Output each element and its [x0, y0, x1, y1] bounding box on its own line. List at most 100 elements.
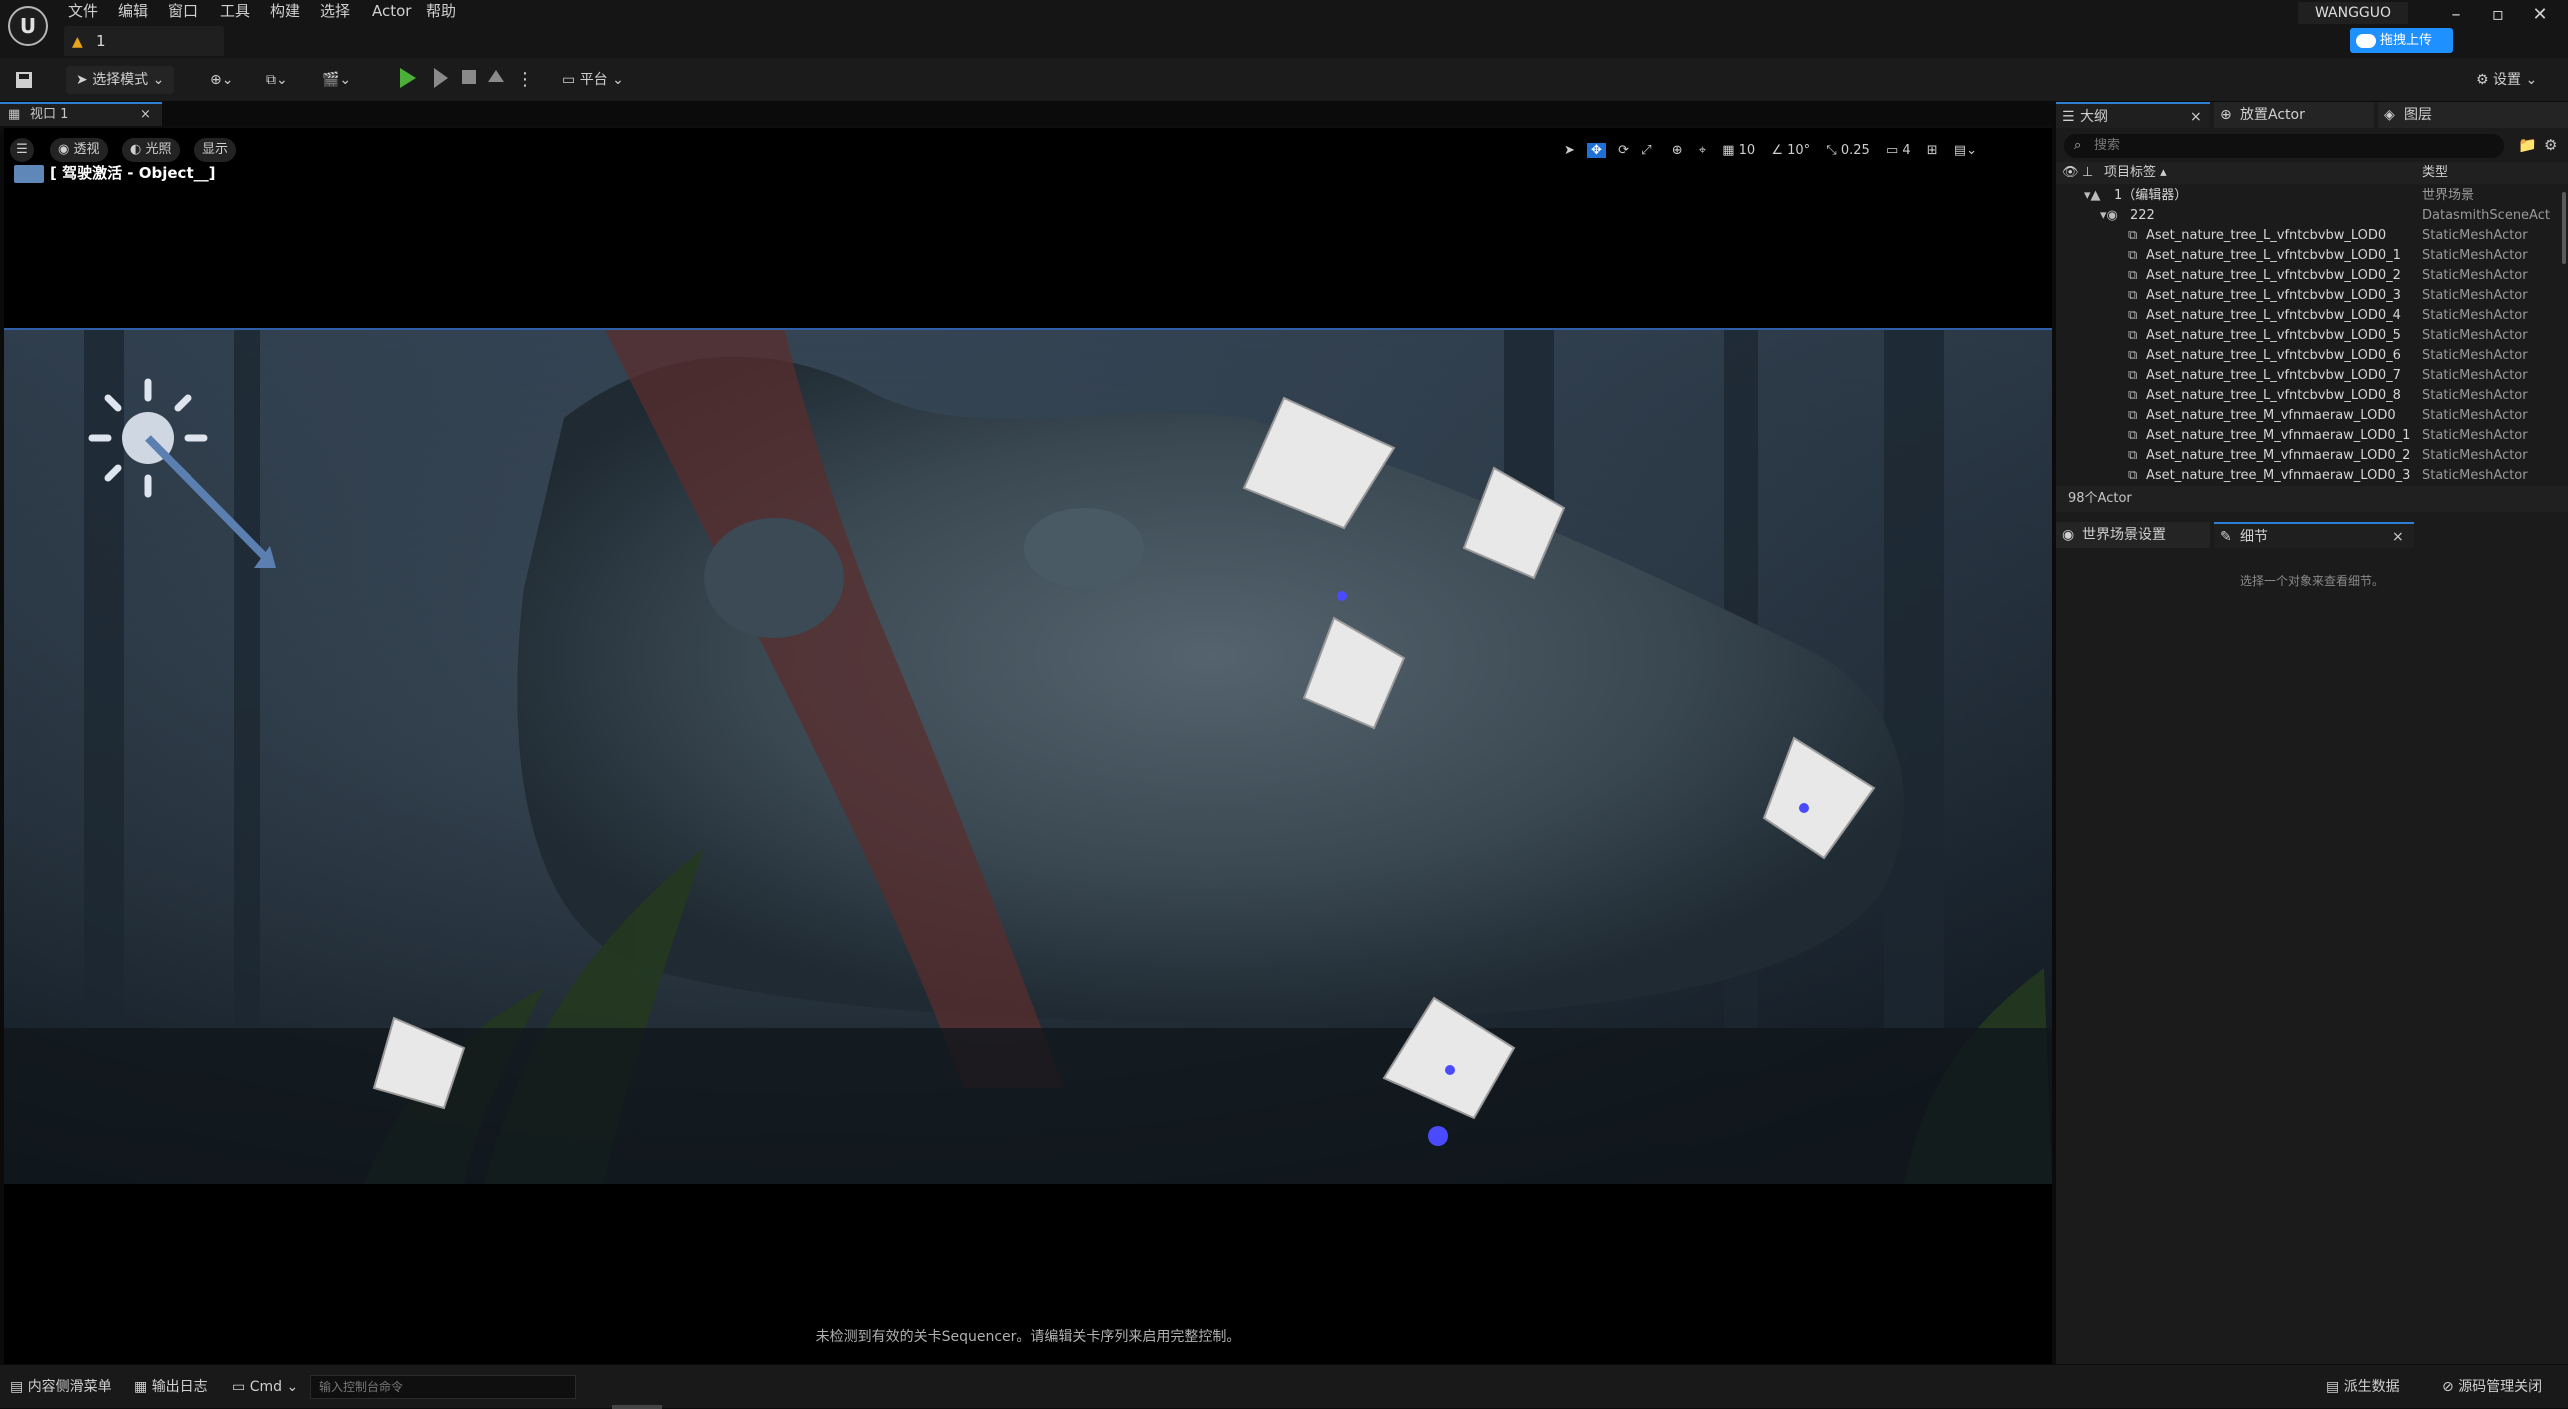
menu-window[interactable]: 窗口	[168, 0, 198, 22]
surface-snap-icon[interactable]: ⌖	[1699, 143, 1706, 158]
visibility-icon[interactable]: 👁	[2062, 162, 2079, 184]
camera-speed-icon[interactable]: ▭	[1886, 143, 1902, 158]
column-type-header[interactable]: 类型	[2422, 162, 2448, 184]
status-scroll-thumb[interactable]	[612, 1405, 662, 1409]
rotation-snap-value[interactable]: 10°	[1787, 143, 1810, 158]
outliner-row-type: StaticMeshActor	[2422, 388, 2528, 403]
search-placeholder: 搜索	[2094, 138, 2121, 153]
outliner-row[interactable]: ⧉ Aset_nature_tree_L_vfntcbvbw_LOD0 Static…	[2056, 226, 2556, 246]
outliner-row[interactable]: ⧉ Aset_nature_tree_L_vfntcbvbw_LOD0_5 Stat…	[2056, 326, 2556, 346]
close-icon[interactable]: ×	[2392, 524, 2404, 550]
menu-edit[interactable]: 编辑	[118, 0, 148, 22]
lighting-button[interactable]: ◐ 光照	[122, 138, 180, 162]
rotate-tool-icon[interactable]: ⟳	[1618, 143, 1629, 158]
add-actor-button[interactable]: ⊕⌄	[210, 66, 233, 94]
scene-render[interactable]	[4, 328, 2052, 1184]
rotation-snap-icon[interactable]: ∠	[1771, 143, 1787, 158]
derived-data-button[interactable]: ▤ 派生数据	[2326, 1375, 2400, 1399]
outliner-row[interactable]: ⧉ Aset_nature_tree_L_vfntcbvbw_LOD0_6 Stat…	[2056, 346, 2556, 366]
unreal-logo[interactable]: U	[8, 6, 48, 46]
outliner-row-name: 222	[2130, 208, 2155, 223]
show-button[interactable]: 显示	[194, 138, 237, 162]
outliner-row[interactable]: ⧉ Aset_nature_tree_M_vfnmaeraw_LOD0 Static…	[2056, 406, 2556, 426]
gear-icon[interactable]: ⚙	[2544, 136, 2557, 154]
outliner-row[interactable]: ⧉ Aset_nature_tree_L_vfntcbvbw_LOD0_3 Stat…	[2056, 286, 2556, 306]
derived-data-label: 派生数据	[2343, 1379, 2400, 1395]
eject-icon[interactable]	[488, 70, 504, 82]
outliner-row[interactable]: ⧉ Aset_nature_tree_L_vfntcbvbw_LOD0_7 Stat…	[2056, 366, 2556, 386]
stop-icon[interactable]	[462, 70, 476, 84]
outliner-column-header: 👁 ⊥ 项目标签 ▴ 类型	[2056, 162, 2568, 184]
outliner-row-name: Aset_nature_tree_L_vfntcbvbw_LOD0_8	[2146, 388, 2401, 403]
menu-actor[interactable]: Actor	[372, 0, 411, 22]
outliner-row[interactable]: ▾▲ 1（编辑器） 世界场景	[2056, 186, 2556, 206]
outliner-scroll-thumb[interactable]	[2562, 192, 2566, 264]
minimize-button[interactable]: –	[2436, 0, 2476, 30]
add-folder-icon[interactable]: 📁	[2518, 136, 2537, 154]
blueprint-button[interactable]: ⧉⌄	[266, 66, 288, 94]
close-icon[interactable]: ×	[2190, 104, 2202, 130]
maximize-viewport-icon[interactable]: ▤⌄	[1954, 143, 1977, 158]
menu-tools[interactable]: 工具	[220, 0, 250, 22]
column-label-header[interactable]: 项目标签 ▴	[2104, 162, 2167, 184]
static-mesh-icon: ⧉	[2128, 388, 2138, 403]
outliner-row[interactable]: ⧉ Aset_nature_tree_L_vfntcbvbw_LOD0_2 Stat…	[2056, 266, 2556, 286]
tab-place-actor[interactable]: ⊕ 放置Actor	[2214, 102, 2374, 128]
outliner-row[interactable]: ⧉ Aset_nature_tree_M_vfnmaeraw_LOD0_2 Stat…	[2056, 446, 2556, 466]
maximize-button[interactable]: ▫	[2478, 0, 2518, 30]
camera-speed-value[interactable]: 4	[1902, 143, 1910, 158]
output-log-button[interactable]: ▦ 输出日志	[134, 1375, 208, 1399]
outliner-row[interactable]: ⧉ Aset_nature_tree_L_vfntcbvbw_LOD0_1 Stat…	[2056, 246, 2556, 266]
viewport-layout-icon[interactable]: ⊞	[1927, 143, 1938, 158]
move-tool-icon[interactable]: ✥	[1587, 143, 1606, 158]
project-tab[interactable]: ▲ 1	[64, 26, 224, 56]
step-icon[interactable]	[434, 68, 448, 88]
menu-file[interactable]: 文件	[68, 0, 98, 22]
perspective-button[interactable]: ◉ 透视	[50, 138, 108, 162]
tab-layers[interactable]: ◈ 图层	[2378, 102, 2568, 128]
tab-viewport-1[interactable]: ▦ 视口 1 ×	[0, 102, 162, 126]
outliner-row-type: StaticMeshActor	[2422, 448, 2528, 463]
close-icon[interactable]: ×	[140, 104, 151, 126]
scale-snap-icon[interactable]: ⤡	[1826, 143, 1841, 158]
scale-tool-icon[interactable]: ⤢	[1641, 143, 1651, 158]
menu-build[interactable]: 构建	[270, 0, 300, 22]
grid-snap-value[interactable]: 10	[1739, 143, 1756, 158]
upload-button[interactable]: 拖拽上传	[2350, 28, 2453, 53]
cmd-dropdown[interactable]: ▭ Cmd ⌄	[232, 1375, 298, 1399]
content-drawer-button[interactable]: ▤ 内容侧滑菜单	[10, 1375, 112, 1399]
console-command-input[interactable]: 输入控制台命令	[310, 1375, 576, 1399]
level-viewport[interactable]: ☰ ◉ 透视 ◐ 光照 显示 [ 驾驶激活 - Object__] ➤ ✥ ⟳ …	[4, 128, 2052, 1364]
outliner-search-input[interactable]: ⌕ 搜索	[2064, 134, 2504, 158]
outliner-row[interactable]: ⧉ Aset_nature_tree_L_vfntcbvbw_LOD0_8 Stat…	[2056, 386, 2556, 406]
menu-select[interactable]: 选择	[320, 0, 350, 22]
source-control-button[interactable]: ⊘ 源码管理关闭	[2442, 1375, 2542, 1399]
outliner-icon: ☰	[2062, 109, 2075, 125]
outliner-row[interactable]: ⧉ Aset_nature_tree_L_vfntcbvbw_LOD0_4 Stat…	[2056, 306, 2556, 326]
settings-button[interactable]: ⚙ 设置 ⌄	[2476, 66, 2537, 94]
scale-snap-value[interactable]: 0.25	[1841, 143, 1870, 158]
platform-dropdown[interactable]: ▭ 平台 ⌄	[562, 66, 624, 94]
world-space-icon[interactable]: ⊕	[1672, 143, 1683, 158]
select-tool-icon[interactable]: ➤	[1564, 143, 1575, 158]
more-options-icon[interactable]: ⋮	[516, 66, 534, 94]
tab-details[interactable]: ✎ 细节 ×	[2214, 522, 2414, 548]
close-window-button[interactable]: ✕	[2520, 0, 2560, 30]
tab-world-settings[interactable]: ◉ 世界场景设置	[2056, 522, 2210, 548]
hamburger-icon[interactable]: ☰	[10, 138, 34, 162]
play-icon[interactable]	[400, 68, 416, 88]
tab-outliner[interactable]: ☰ 大纲 ×	[2056, 102, 2210, 128]
outliner-row[interactable]: ▾◉ 222 DatasmithSceneAct	[2056, 206, 2556, 226]
source-control-label: 源码管理关闭	[2458, 1379, 2543, 1395]
cinematics-button[interactable]: 🎬⌄	[322, 66, 351, 94]
select-mode-label: 选择模式	[92, 72, 149, 88]
grid-snap-icon[interactable]: ▦	[1722, 143, 1738, 158]
scene-illustration	[4, 328, 2052, 1184]
outliner-row[interactable]: ⧉ Aset_nature_tree_M_vfnmaeraw_LOD0_1 Stat…	[2056, 426, 2556, 446]
save-icon[interactable]	[14, 66, 36, 94]
menu-help[interactable]: 帮助	[426, 0, 456, 22]
outliner-row[interactable]: ⧉ Aset_nature_tree_M_vfnmaeraw_LOD0_3 Stat…	[2056, 466, 2556, 484]
pin-icon[interactable]: ⊥	[2082, 162, 2093, 184]
outliner-row-type: StaticMeshActor	[2422, 228, 2528, 243]
select-mode-dropdown[interactable]: ➤ 选择模式 ⌄	[66, 66, 175, 94]
